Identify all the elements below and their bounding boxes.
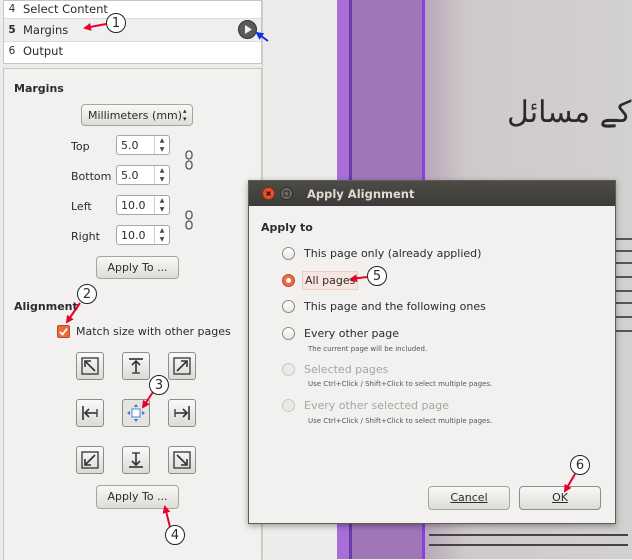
callout-3: 3 <box>149 375 169 395</box>
callout-4: 4 <box>165 525 185 545</box>
callout-5: 5 <box>367 266 387 286</box>
arrow-6 <box>563 473 576 493</box>
callout-1: 1 <box>106 13 126 33</box>
callout-2: 2 <box>77 284 97 304</box>
arrow-5 <box>349 274 368 283</box>
arrow-1 <box>83 22 107 31</box>
arrow-3 <box>141 391 154 409</box>
callout-6: 6 <box>570 455 590 475</box>
arrow-2 <box>65 302 81 324</box>
annotation-arrows <box>65 22 576 528</box>
arrow-blue <box>255 31 269 42</box>
arrow-4 <box>162 505 171 528</box>
